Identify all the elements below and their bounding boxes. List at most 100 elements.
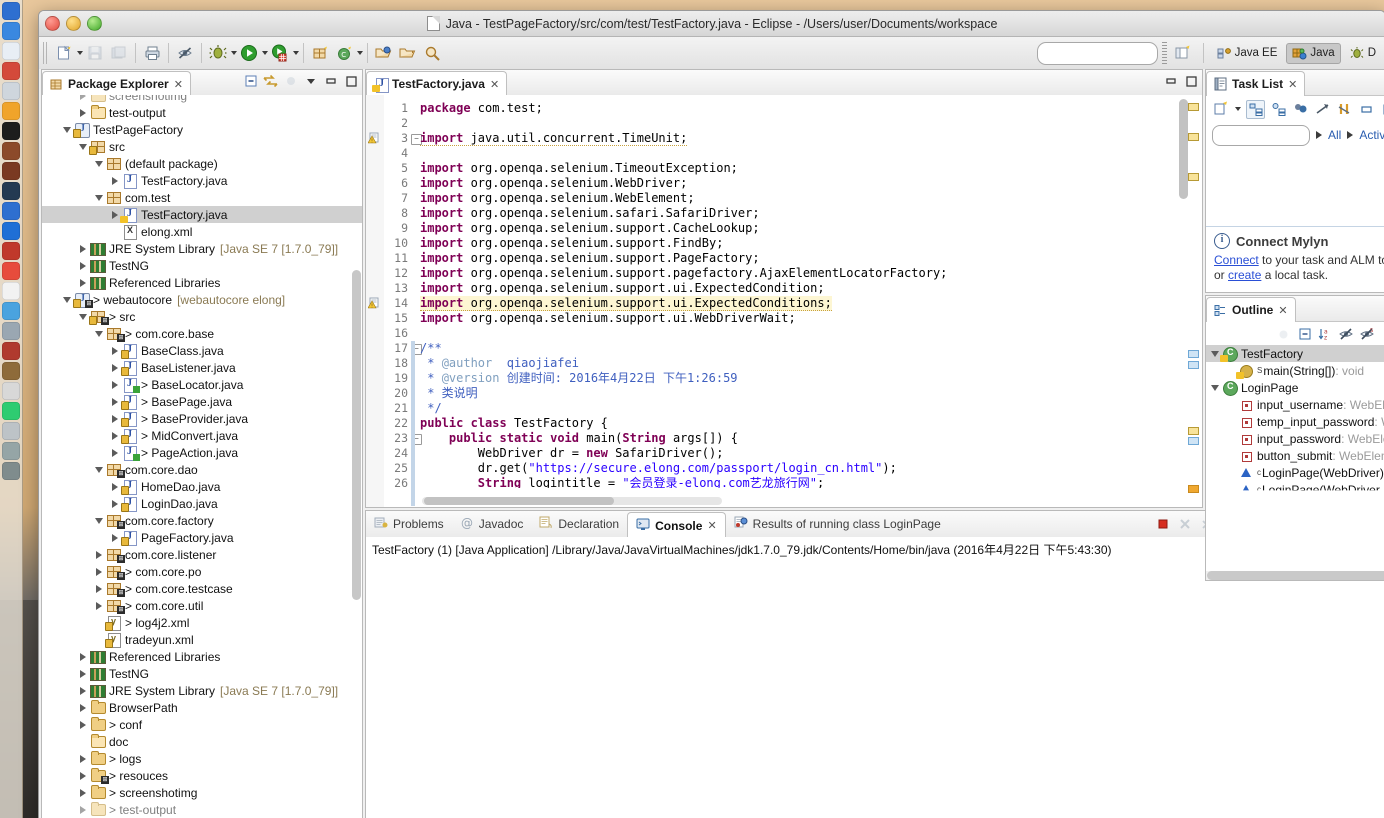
- overview-ruler-marker[interactable]: [1188, 361, 1199, 369]
- twisty-collapsed-icon[interactable]: [76, 684, 90, 698]
- twisty-expanded-icon[interactable]: [92, 327, 106, 341]
- dock-icon[interactable]: [2, 382, 20, 400]
- code-line[interactable]: /**: [420, 341, 442, 356]
- overview-ruler-marker[interactable]: [1188, 350, 1199, 358]
- code-line[interactable]: import org.openqa.selenium.safari.Safari…: [420, 206, 760, 221]
- tree-item[interactable]: TestNG: [42, 257, 362, 274]
- twisty-expanded-icon[interactable]: [1208, 381, 1222, 395]
- dock-icon[interactable]: [2, 22, 20, 40]
- twisty-collapsed-icon[interactable]: [76, 242, 90, 256]
- tree-item[interactable]: ⊞ > com.core.po: [42, 563, 362, 580]
- dock-icon[interactable]: [2, 242, 20, 260]
- outline-item[interactable]: LoginPage: [1206, 379, 1384, 396]
- outline-item[interactable]: Smain(String[]) : void: [1206, 362, 1384, 379]
- dock-icon[interactable]: [2, 42, 20, 60]
- outline-item[interactable]: cLoginPage(WebDriver, String): [1206, 481, 1384, 491]
- tree-item[interactable]: ⊞> webautocore [webautocore elong]: [42, 291, 362, 308]
- close-icon[interactable]: ✕: [1288, 78, 1297, 91]
- twisty-collapsed-icon[interactable]: [76, 752, 90, 766]
- tree-item[interactable]: JRE System Library [Java SE 7 [1.7.0_79]]: [42, 240, 362, 257]
- dock-icon[interactable]: [2, 462, 20, 480]
- twisty-collapsed-icon[interactable]: [76, 95, 90, 103]
- save-icon[interactable]: [84, 42, 106, 64]
- macos-dock[interactable]: [0, 0, 23, 818]
- perspective-java-ee[interactable]: Java EE: [1212, 44, 1283, 63]
- activate-caret-icon[interactable]: [1347, 131, 1354, 139]
- twisty-collapsed-icon[interactable]: [76, 769, 90, 783]
- dock-icon[interactable]: [2, 362, 20, 380]
- twisty-collapsed-icon[interactable]: [108, 378, 122, 392]
- twisty-expanded-icon[interactable]: [60, 123, 74, 137]
- tree-item[interactable]: src: [42, 138, 362, 155]
- outline-horizontal-scrollbar-track[interactable]: [1206, 571, 1384, 580]
- run-green-arrow-icon[interactable]: [238, 42, 260, 64]
- twisty-collapsed-icon[interactable]: [108, 344, 122, 358]
- open-task-icon[interactable]: [397, 42, 419, 64]
- tree-item[interactable]: > log4j2.xml: [42, 614, 362, 631]
- task-list-filter-row[interactable]: All Activate...: [1206, 122, 1384, 148]
- toolbar-grip[interactable]: [1161, 42, 1167, 64]
- dock-icon[interactable]: [2, 142, 20, 160]
- package-explorer-scrollbar[interactable]: [352, 270, 361, 600]
- twisty-collapsed-icon[interactable]: [92, 548, 106, 562]
- find-all-label[interactable]: All: [1328, 128, 1341, 142]
- collapse-all-icon[interactable]: [1296, 326, 1313, 343]
- editor-vertical-scrollbar[interactable]: [1179, 99, 1188, 199]
- hide-static-icon[interactable]: S: [1359, 326, 1376, 343]
- outline-tree[interactable]: TestFactorySmain(String[]) : voidLoginPa…: [1206, 345, 1384, 570]
- minimize-icon[interactable]: [1162, 72, 1179, 89]
- maximize-icon[interactable]: [342, 72, 359, 89]
- code-line[interactable]: import org.openqa.selenium.support.Cache…: [420, 221, 760, 236]
- new-task-icon[interactable]: [1212, 101, 1229, 118]
- console-tab-javadoc[interactable]: @ Javadoc: [452, 512, 532, 537]
- hide-fields-icon[interactable]: [1338, 326, 1355, 343]
- twisty-collapsed-icon[interactable]: [92, 582, 106, 596]
- find-caret-icon[interactable]: [1316, 131, 1322, 139]
- minimize-icon[interactable]: [1358, 101, 1375, 118]
- twisty-collapsed-icon[interactable]: [76, 259, 90, 273]
- close-icon[interactable]: ✕: [490, 78, 499, 91]
- tree-item[interactable]: Referenced Libraries: [42, 648, 362, 665]
- dock-icon[interactable]: [2, 82, 20, 100]
- tree-item[interactable]: ⊞ > resouces: [42, 767, 362, 784]
- tree-item[interactable]: JRE System Library [Java SE 7 [1.7.0_79]]: [42, 682, 362, 699]
- activate-label[interactable]: Activate...: [1359, 128, 1384, 142]
- overview-ruler-marker[interactable]: [1188, 103, 1199, 111]
- code-line[interactable]: public class TestFactory {: [420, 416, 608, 431]
- code-line[interactable]: */: [420, 401, 441, 416]
- tree-item[interactable]: > test-output: [42, 801, 362, 818]
- dock-icon[interactable]: [2, 322, 20, 340]
- overview-ruler-marker[interactable]: [1188, 427, 1199, 435]
- outline-item[interactable]: button_submit : WebElement: [1206, 447, 1384, 464]
- new-file-icon[interactable]: [53, 42, 75, 64]
- twisty-collapsed-icon[interactable]: [76, 650, 90, 664]
- hide-non-public-icon[interactable]: [1380, 326, 1384, 343]
- code-line[interactable]: public static void main(String args[]) {: [420, 431, 738, 446]
- code-line[interactable]: * 类说明: [420, 386, 477, 401]
- main-toolbar[interactable]: C Java EE Java D: [39, 37, 1384, 70]
- package-explorer-tree[interactable]: screenshotimg test-output TestPageFactory s…: [42, 95, 362, 818]
- outline-item[interactable]: TestFactory: [1206, 345, 1384, 362]
- code-line[interactable]: import org.openqa.selenium.support.ui.We…: [420, 311, 796, 326]
- twisty-collapsed-icon[interactable]: [92, 565, 106, 579]
- twisty-collapsed-icon[interactable]: [76, 701, 90, 715]
- dock-icon[interactable]: [2, 442, 20, 460]
- outline-horizontal-scrollbar[interactable]: [1207, 571, 1384, 580]
- new-task-dropdown-icon[interactable]: [1235, 107, 1241, 111]
- tree-item[interactable]: doc: [42, 733, 362, 750]
- tree-item[interactable]: > logs: [42, 750, 362, 767]
- maximize-icon[interactable]: [1182, 72, 1199, 89]
- tab-package-explorer[interactable]: Package Explorer ✕: [42, 71, 191, 96]
- close-icon[interactable]: ✕: [707, 519, 716, 532]
- dock-icon[interactable]: [2, 342, 20, 360]
- categorized-icon[interactable]: [1246, 99, 1265, 119]
- twisty-collapsed-icon[interactable]: [108, 395, 122, 409]
- twisty-collapsed-icon[interactable]: [76, 667, 90, 681]
- code-line[interactable]: import org.openqa.selenium.support.ui.Ex…: [420, 281, 825, 296]
- outline-item[interactable]: c LoginPage(WebDriver): [1206, 464, 1384, 481]
- twisty-collapsed-icon[interactable]: [76, 718, 90, 732]
- code-line[interactable]: import java.util.concurrent.TimeUnit;: [420, 131, 688, 146]
- minimize-button[interactable]: [66, 16, 81, 31]
- save-all-icon[interactable]: [108, 42, 130, 64]
- overview-ruler-marker[interactable]: [1188, 485, 1199, 493]
